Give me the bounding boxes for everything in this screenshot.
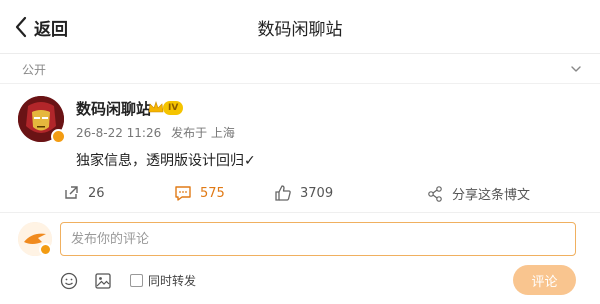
comment-button[interactable]: 575 — [174, 184, 225, 202]
repost-button[interactable]: 26 — [62, 184, 105, 202]
like-count: 3709 — [300, 185, 334, 201]
comment-count: 575 — [200, 185, 225, 201]
visibility-row[interactable]: 公开 — [0, 54, 600, 84]
action-bar: 26 575 3709 分享这条博文 — [0, 176, 600, 212]
repost-checkbox-label: 同时转发 — [148, 274, 197, 288]
top-bar: 返回 数码闲聊站 — [0, 0, 600, 54]
verified-badge — [51, 129, 66, 144]
visibility-label: 公开 — [22, 63, 47, 77]
share-label: 分享这条博文 — [452, 188, 531, 203]
repost-checkbox[interactable] — [130, 274, 143, 287]
divider — [0, 212, 600, 213]
post-meta: 26-8-22 11:26 发布于 上海 — [76, 124, 241, 141]
author-name[interactable]: 数码闲聊站 — [76, 98, 151, 119]
like-button[interactable]: 3709 — [274, 184, 333, 202]
page-title: 数码闲聊站 — [257, 20, 343, 40]
post-source: 发布于 上海 — [171, 126, 235, 140]
image-icon[interactable] — [94, 272, 112, 290]
my-verified-badge — [39, 243, 52, 256]
comment-input[interactable] — [60, 222, 576, 256]
chevron-down-icon[interactable] — [570, 63, 582, 75]
emoji-icon[interactable] — [60, 272, 78, 290]
post-content: 独家信息，透明版设计回归✓ — [76, 153, 256, 169]
level-badge: IV — [163, 101, 184, 115]
repost-count: 26 — [88, 185, 105, 201]
share-button[interactable]: 分享这条博文 — [426, 184, 530, 203]
repost-icon — [65, 186, 78, 199]
submit-comment-button[interactable]: 评论 — [513, 265, 576, 295]
crown-icon — [148, 101, 164, 113]
comment-icon — [175, 186, 191, 201]
like-icon — [275, 185, 291, 201]
post-date: 26-8-22 11:26 — [76, 126, 162, 140]
share-icon — [428, 185, 442, 202]
